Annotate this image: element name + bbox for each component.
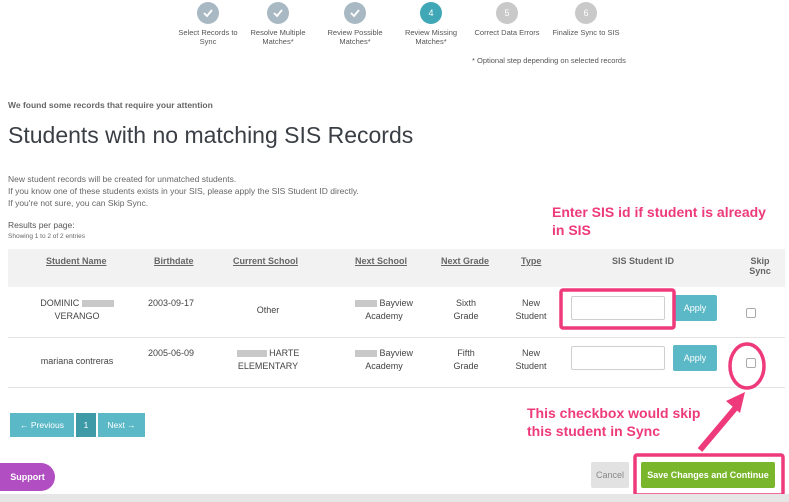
annotation-overlay bbox=[559, 288, 785, 497]
support-button[interactable]: Support bbox=[0, 463, 55, 491]
footer-strip bbox=[0, 494, 789, 502]
highlight-circle-checkbox bbox=[728, 342, 766, 390]
highlight-box-sis-input bbox=[559, 288, 676, 330]
annotation-arrow bbox=[697, 403, 741, 452]
save-and-continue-button[interactable]: Save Changes and Continue bbox=[641, 462, 775, 488]
cancel-button[interactable]: Cancel bbox=[591, 462, 629, 488]
